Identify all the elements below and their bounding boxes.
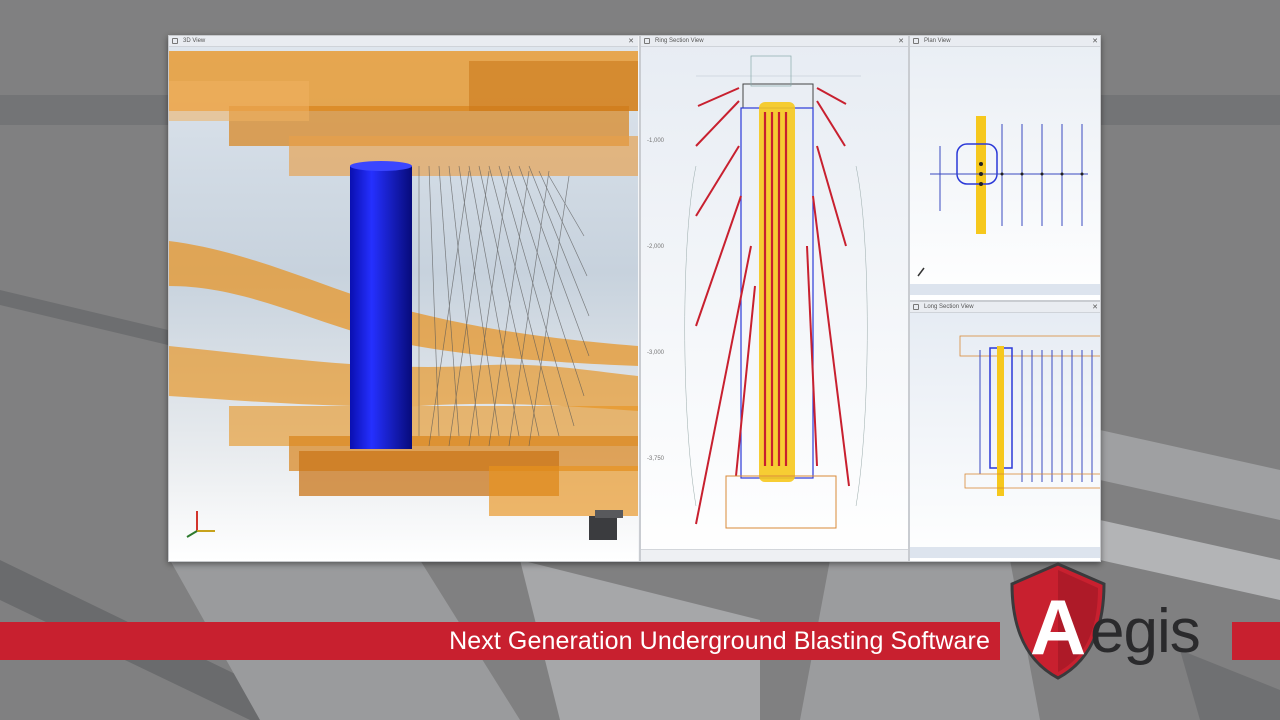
pane-long-section-view[interactable]: Long Section View ✕ [908, 300, 1101, 561]
pin-icon[interactable] [172, 38, 178, 44]
raise-solid[interactable] [350, 166, 412, 449]
pane-section-title: Ring Section View [655, 38, 704, 44]
banner-bar: Next Generation Underground Blasting Sof… [0, 622, 1000, 660]
close-icon[interactable]: ✕ [898, 36, 904, 47]
axis-label: -2,000 [647, 244, 665, 250]
pin-icon[interactable] [913, 38, 919, 44]
close-icon[interactable]: ✕ [628, 36, 634, 47]
tagline: Next Generation Underground Blasting Sof… [449, 627, 990, 655]
pane-3d-titlebar[interactable]: 3D View ✕ [169, 36, 638, 47]
axis-label: -3,000 [647, 350, 665, 356]
section-toolbar[interactable] [641, 549, 908, 561]
pane-plan-titlebar[interactable]: Plan View ✕ [910, 36, 1100, 47]
pin-icon[interactable] [644, 38, 650, 44]
long-section-drawing[interactable] [910, 302, 1101, 561]
pane-plan-title: Plan View [924, 38, 951, 44]
plan-drawing[interactable] [910, 36, 1101, 301]
application-window: 3D View ✕ -1,000 -2,000 -3,000 -3,750 Ri… [168, 35, 1101, 562]
pane-3d-title: 3D View [183, 38, 206, 44]
section-drawing[interactable]: -1,000 -2,000 -3,000 -3,750 [641, 36, 908, 561]
banner-bar-right [1232, 622, 1280, 660]
pane-long-title: Long Section View [924, 304, 974, 310]
pane-section-view[interactable]: -1,000 -2,000 -3,000 -3,750 Ring Section… [639, 36, 908, 561]
pane-3d-view[interactable]: 3D View ✕ [169, 36, 638, 561]
axis-label: -1,000 [647, 138, 665, 144]
pane-plan-view[interactable]: Plan View ✕ [908, 36, 1101, 301]
pane-section-titlebar[interactable]: Ring Section View ✕ [641, 36, 908, 47]
logo-text: egis [1090, 597, 1201, 666]
scene-3d[interactable] [169, 36, 638, 561]
close-icon[interactable]: ✕ [1092, 302, 1098, 313]
axis-label: -3,750 [647, 456, 665, 462]
pin-icon[interactable] [913, 304, 919, 310]
pane-long-titlebar[interactable]: Long Section View ✕ [910, 302, 1100, 313]
close-icon[interactable]: ✕ [1092, 36, 1098, 47]
logo-letter: A [1030, 583, 1086, 671]
